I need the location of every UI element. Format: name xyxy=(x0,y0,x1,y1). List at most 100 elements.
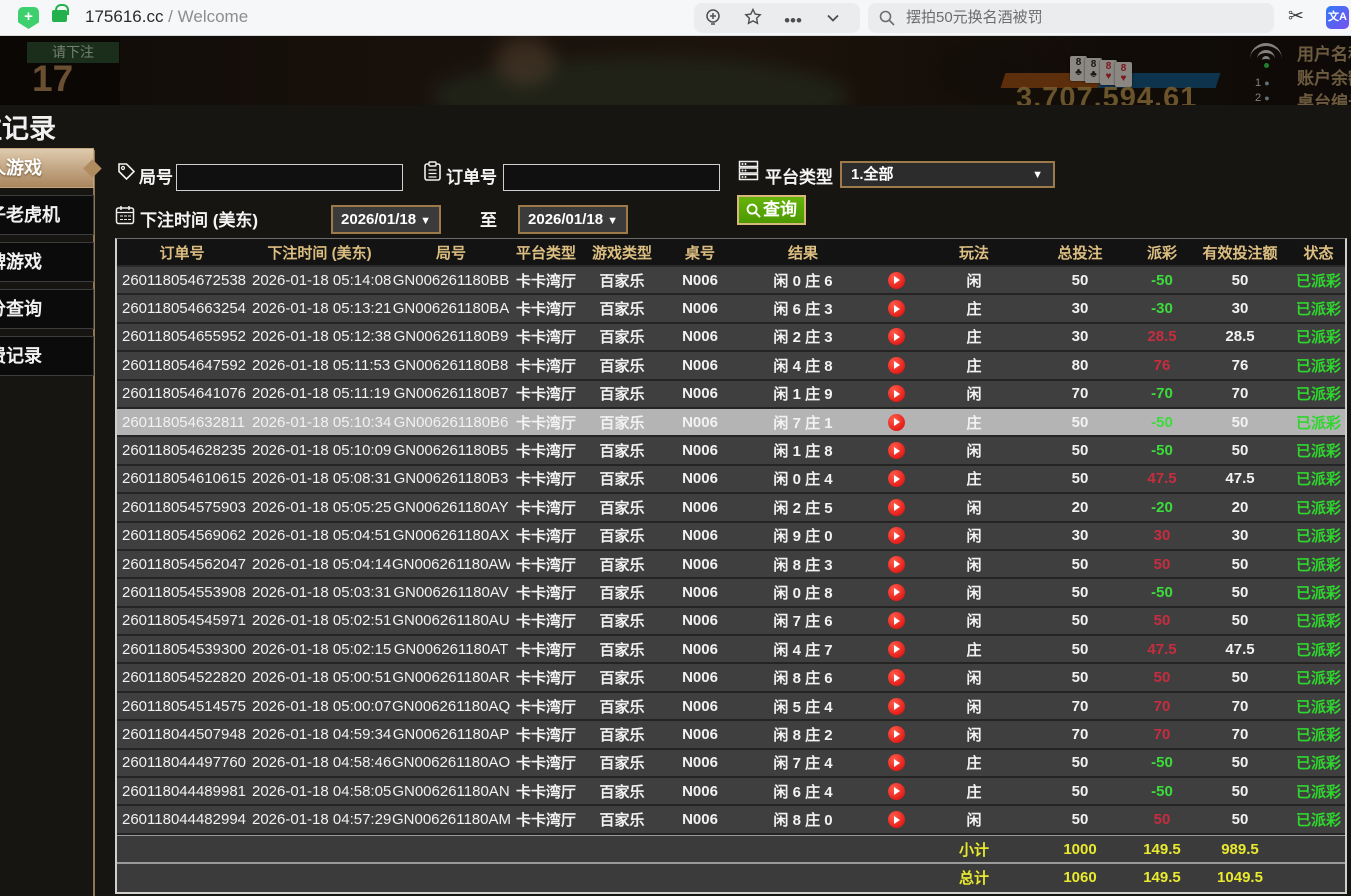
play-video-button[interactable] xyxy=(888,300,905,317)
cell-0: 260118054641076 xyxy=(117,385,247,402)
table-row[interactable]: 2601180444829942026-01-18 04:57:29GN0062… xyxy=(117,806,1345,834)
play-video-button[interactable] xyxy=(888,357,905,374)
cell-2: GN006261180B7 xyxy=(392,385,510,402)
cell-11: 47.5 xyxy=(1188,641,1292,658)
sidebar-item-label: 消费记录 xyxy=(0,337,93,375)
cell-9: 50 xyxy=(1024,470,1136,487)
table-row[interactable]: 2601180545228202026-01-18 05:00:51GN0062… xyxy=(117,664,1345,692)
play-video-button[interactable] xyxy=(888,414,905,431)
table-row[interactable]: 2601180545759032026-01-18 05:05:25GN0062… xyxy=(117,494,1345,522)
summary-label: 小计 xyxy=(924,839,1024,860)
table-row[interactable]: 2601180546725382026-01-18 05:14:08GN0062… xyxy=(117,267,1345,295)
cell-4: 百家乐 xyxy=(582,667,662,688)
more-options-icon[interactable]: ••• xyxy=(780,8,806,34)
adblock-shield-icon[interactable] xyxy=(18,7,39,29)
play-video-button[interactable] xyxy=(888,783,905,800)
cell-1: 2026-01-18 05:11:53 xyxy=(247,357,392,374)
table-row[interactable]: 2601180444977602026-01-18 04:58:46GN0062… xyxy=(117,750,1345,778)
status-badge: 已派彩 xyxy=(1292,809,1345,830)
cell-8: 闲 xyxy=(924,610,1024,631)
table-row[interactable]: 2601180545620472026-01-18 05:04:14GN0062… xyxy=(117,551,1345,579)
summary-label: 总计 xyxy=(924,867,1024,888)
cell-3: 卡卡湾厅 xyxy=(510,355,582,376)
round-input[interactable] xyxy=(176,164,403,191)
cell-4: 百家乐 xyxy=(582,639,662,660)
to-label: 至 xyxy=(480,206,497,231)
date-to-select[interactable]: 2026/01/18▼ xyxy=(518,205,628,234)
cell-0: 260118054522820 xyxy=(117,669,247,686)
cell-3: 卡卡湾厅 xyxy=(510,525,582,546)
status-badge: 已派彩 xyxy=(1292,525,1345,546)
order-input[interactable] xyxy=(503,164,720,191)
browser-search-box[interactable]: 摆拍50元换名酒被罚 xyxy=(868,3,1274,33)
play-video-button[interactable] xyxy=(888,726,905,743)
play-video-button[interactable] xyxy=(888,811,905,828)
replay-cell xyxy=(868,272,924,289)
address-bar[interactable]: 175616.cc / Welcome xyxy=(85,7,248,27)
sidebar-item-1[interactable]: 电子老虎机 xyxy=(0,195,94,235)
cell-5: N006 xyxy=(662,499,738,516)
cell-6: 闲 7 庄 6 xyxy=(738,610,868,631)
table-row[interactable]: 2601180545459712026-01-18 05:02:51GN0062… xyxy=(117,608,1345,636)
cell-11: 76 xyxy=(1188,357,1292,374)
play-video-button[interactable] xyxy=(888,669,905,686)
play-video-button[interactable] xyxy=(888,584,905,601)
table-row[interactable]: 2601180444899812026-01-18 04:58:05GN0062… xyxy=(117,778,1345,806)
col-header-11: 有效投注额 xyxy=(1188,242,1292,263)
table-row[interactable]: 2601180546282352026-01-18 05:10:09GN0062… xyxy=(117,437,1345,465)
table-row[interactable]: 2601180545690622026-01-18 05:04:51GN0062… xyxy=(117,523,1345,551)
bookmark-star-icon[interactable] xyxy=(740,8,766,34)
payout-cell: 50 xyxy=(1136,669,1188,686)
sidebar-item-0[interactable]: 真人游戏 xyxy=(0,148,94,188)
play-video-button[interactable] xyxy=(888,754,905,771)
play-video-button[interactable] xyxy=(888,641,905,658)
play-video-button[interactable] xyxy=(888,470,905,487)
table-row[interactable]: 2601180546559522026-01-18 05:12:38GN0062… xyxy=(117,324,1345,352)
table-row[interactable]: 2601180545539082026-01-18 05:03:31GN0062… xyxy=(117,579,1345,607)
platform-select[interactable]: 1.全部▼ xyxy=(840,161,1055,188)
cell-0: 260118044482994 xyxy=(117,811,247,828)
play-video-button[interactable] xyxy=(888,385,905,402)
table-row[interactable]: 2601180545393002026-01-18 05:02:15GN0062… xyxy=(117,636,1345,664)
play-video-button[interactable] xyxy=(888,556,905,573)
table-row[interactable]: 2601180546632542026-01-18 05:13:21GN0062… xyxy=(117,295,1345,323)
cell-9: 50 xyxy=(1024,612,1136,629)
table-row[interactable]: 2601180546410762026-01-18 05:11:19GN0062… xyxy=(117,381,1345,409)
cell-8: 庄 xyxy=(924,781,1024,802)
play-video-button[interactable] xyxy=(888,499,905,516)
search-icon xyxy=(746,203,761,218)
chevron-down-icon[interactable] xyxy=(820,8,846,34)
translate-icon[interactable]: 文A xyxy=(1326,6,1349,29)
ssl-lock-icon[interactable] xyxy=(52,10,67,22)
idea-plus-icon[interactable] xyxy=(700,8,726,34)
bet-records-table: 订单号下注时间 (美东)局号平台类型游戏类型桌号结果玩法总投注派彩有效投注额状态… xyxy=(115,238,1347,894)
cell-9: 50 xyxy=(1024,584,1136,601)
table-row[interactable]: 2601180545145752026-01-18 05:00:07GN0062… xyxy=(117,693,1345,721)
date-from-select[interactable]: 2026/01/18▼ xyxy=(331,205,441,234)
cell-1: 2026-01-18 05:10:09 xyxy=(247,442,392,459)
table-row[interactable]: 2601180546106152026-01-18 05:08:31GN0062… xyxy=(117,466,1345,494)
table-row[interactable]: 2601180546328112026-01-18 05:10:34GN0062… xyxy=(117,409,1345,437)
play-video-button[interactable] xyxy=(888,527,905,544)
replay-cell xyxy=(868,754,924,771)
play-video-button[interactable] xyxy=(888,328,905,345)
replay-cell xyxy=(868,527,924,544)
sidebar-item-2[interactable]: 棋牌游戏 xyxy=(0,242,94,282)
play-video-button[interactable] xyxy=(888,442,905,459)
play-video-button[interactable] xyxy=(888,612,905,629)
sidebar-item-3[interactable]: 积分查询 xyxy=(0,289,94,329)
page-title: 投注记录 xyxy=(0,107,72,145)
replay-cell xyxy=(868,385,924,402)
play-video-button[interactable] xyxy=(888,272,905,289)
cell-6: 闲 0 庄 6 xyxy=(738,270,868,291)
caret-down-icon: ▼ xyxy=(607,215,618,227)
scissors-icon[interactable]: ✂ xyxy=(1288,5,1304,28)
play-video-button[interactable] xyxy=(888,698,905,715)
cell-0: 260118054610615 xyxy=(117,470,247,487)
table-row[interactable]: 2601180445079482026-01-18 04:59:34GN0062… xyxy=(117,721,1345,749)
cell-9: 50 xyxy=(1024,754,1136,771)
sidebar-item-4[interactable]: 消费记录 xyxy=(0,336,94,376)
table-row[interactable]: 2601180546475922026-01-18 05:11:53GN0062… xyxy=(117,352,1345,380)
cell-2: GN006261180B8 xyxy=(392,357,510,374)
query-button[interactable]: 查询 xyxy=(737,195,806,225)
